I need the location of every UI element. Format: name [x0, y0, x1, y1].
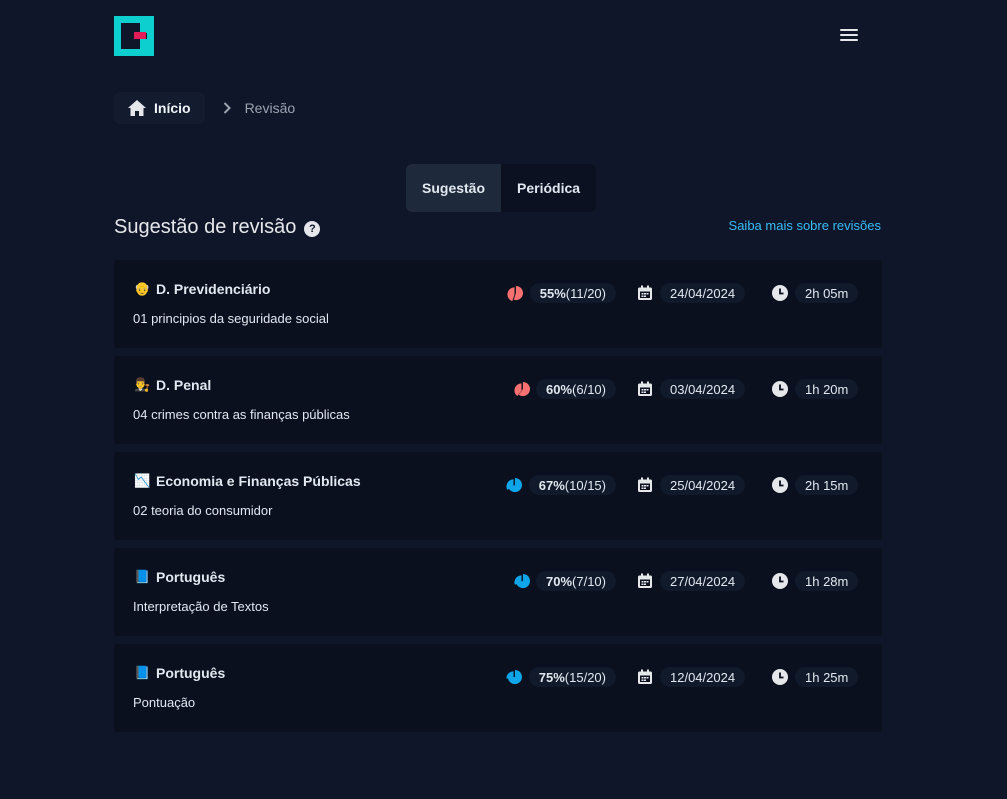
calendar-icon — [636, 380, 654, 398]
progress-count: (11/20) — [565, 285, 606, 301]
pie-chart-icon — [512, 380, 530, 398]
chevron-right-icon — [223, 102, 231, 114]
time-stat: 1h 28m — [771, 571, 859, 591]
progress-percent: 67% — [538, 477, 565, 493]
review-card[interactable]: 👨‍⚖️ D. Penal 04 crimes contra as finanç… — [114, 356, 882, 444]
progress-pill: 55% (11/20) — [529, 283, 616, 303]
subject-emoji-icon: 📘 — [134, 665, 151, 680]
review-card[interactable]: 👴 D. Previdenciário 01 principios da seg… — [114, 260, 882, 348]
calendar-icon — [636, 572, 654, 590]
breadcrumb-home-label: Início — [154, 100, 191, 116]
progress-count: (6/10) — [572, 381, 606, 397]
time-stat: 2h 15m — [771, 475, 859, 495]
progress-stat: 67% (10/15) — [505, 475, 616, 495]
date-pill: 24/04/2024 — [660, 283, 746, 303]
pie-chart-icon — [506, 284, 524, 302]
topic-name: 01 principios da seguridade social — [133, 311, 329, 326]
topic-name: Interpretação de Textos — [133, 599, 269, 614]
tab-periodica[interactable]: Periódica — [501, 164, 596, 212]
time-stat: 1h 20m — [771, 379, 859, 399]
subject-name: Português — [156, 665, 226, 681]
date-pill: 12/04/2024 — [660, 667, 746, 687]
subject-heading: 📉 Economia e Finanças Públicas — [134, 473, 361, 489]
calendar-icon — [636, 284, 654, 302]
time-pill: 1h 25m — [795, 667, 859, 687]
time-stat: 2h 05m — [771, 283, 859, 303]
progress-count: (15/20) — [564, 669, 606, 685]
page: Início Revisão Sugestão Periódica Sugest… — [0, 0, 1007, 799]
calendar-icon — [636, 476, 654, 494]
date-pill: 27/04/2024 — [660, 571, 746, 591]
pie-chart-icon — [505, 668, 523, 686]
subject-heading: 📘 Português — [134, 569, 225, 585]
subject-emoji-icon: 📉 — [134, 473, 151, 488]
time-pill: 2h 15m — [795, 475, 859, 495]
progress-count: (10/15) — [564, 477, 606, 493]
date-stat: 24/04/2024 — [636, 283, 746, 303]
pie-chart-icon — [505, 476, 523, 494]
progress-percent: 75% — [538, 669, 565, 685]
breadcrumb-home[interactable]: Início — [114, 92, 205, 124]
date-pill: 03/04/2024 — [660, 379, 746, 399]
clock-icon — [771, 572, 789, 590]
pie-chart-icon — [512, 572, 530, 590]
progress-pill: 70% (7/10) — [536, 571, 616, 591]
progress-stat: 55% (11/20) — [506, 283, 616, 303]
review-list: 👴 D. Previdenciário 01 principios da seg… — [114, 260, 882, 740]
subject-name: Economia e Finanças Públicas — [156, 473, 361, 489]
tab-sugestao[interactable]: Sugestão — [406, 164, 502, 212]
progress-percent: 70% — [546, 573, 573, 589]
hamburger-icon — [840, 29, 858, 31]
clock-icon — [771, 476, 789, 494]
progress-stat: 75% (15/20) — [505, 667, 616, 687]
section-title-text: Sugestão de revisão — [114, 216, 297, 238]
menu-button[interactable] — [837, 26, 861, 46]
breadcrumb-current: Revisão — [244, 100, 296, 116]
date-stat: 27/04/2024 — [636, 571, 746, 591]
time-stat: 1h 25m — [771, 667, 859, 687]
clock-icon — [771, 668, 789, 686]
subject-name: D. Penal — [156, 377, 212, 393]
clock-icon — [771, 284, 789, 302]
home-icon — [128, 100, 146, 116]
progress-percent: 60% — [546, 381, 573, 397]
time-pill: 1h 20m — [795, 379, 859, 399]
subject-name: Português — [156, 569, 226, 585]
review-card[interactable]: 📘 Português Pontuação 75% (15/20) 12/04/… — [114, 644, 882, 732]
date-pill: 25/04/2024 — [660, 475, 746, 495]
progress-percent: 55% — [539, 285, 566, 301]
subject-heading: 👴 D. Previdenciário — [134, 281, 270, 297]
progress-pill: 60% (6/10) — [536, 379, 616, 399]
progress-pill: 75% (15/20) — [528, 667, 616, 687]
subject-emoji-icon: 👨‍⚖️ — [134, 377, 151, 392]
progress-stat: 60% (6/10) — [512, 379, 616, 399]
review-card[interactable]: 📉 Economia e Finanças Públicas 02 teoria… — [114, 452, 882, 540]
calendar-icon — [636, 668, 654, 686]
review-tabs: Sugestão Periódica — [406, 164, 597, 212]
help-icon[interactable]: ? — [304, 220, 321, 237]
subject-emoji-icon: 📘 — [134, 569, 151, 584]
time-pill: 1h 28m — [795, 571, 859, 591]
clock-icon — [771, 380, 789, 398]
section-title: Sugestão de revisão ? — [114, 216, 321, 239]
time-pill: 2h 05m — [795, 283, 859, 303]
topic-name: 04 crimes contra as finanças públicas — [133, 407, 350, 422]
breadcrumb: Início Revisão — [114, 92, 295, 124]
topic-name: Pontuação — [133, 695, 196, 710]
progress-stat: 70% (7/10) — [512, 571, 616, 591]
progress-pill: 67% (10/15) — [528, 475, 616, 495]
topic-name: 02 teoria do consumidor — [133, 503, 273, 518]
date-stat: 12/04/2024 — [636, 667, 746, 687]
subject-name: D. Previdenciário — [156, 281, 271, 297]
subject-heading: 📘 Português — [134, 665, 225, 681]
date-stat: 03/04/2024 — [636, 379, 746, 399]
subject-emoji-icon: 👴 — [134, 281, 151, 296]
progress-count: (7/10) — [572, 573, 606, 589]
date-stat: 25/04/2024 — [636, 475, 746, 495]
logo-icon[interactable] — [114, 16, 154, 56]
learn-more-link[interactable]: Saiba mais sobre revisões — [729, 218, 881, 233]
review-card[interactable]: 📘 Português Interpretação de Textos 70%(… — [114, 548, 882, 636]
subject-heading: 👨‍⚖️ D. Penal — [134, 377, 211, 393]
